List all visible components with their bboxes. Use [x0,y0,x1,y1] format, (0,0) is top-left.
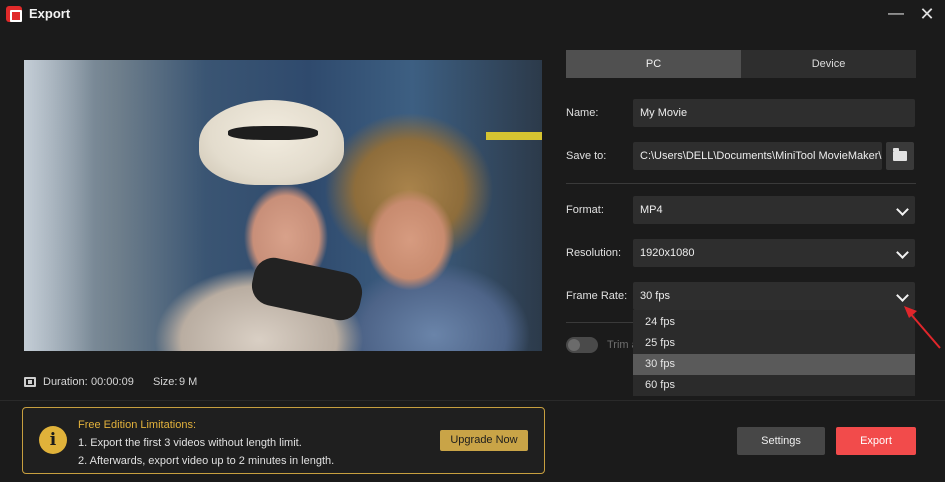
section-divider [566,183,916,184]
info-icon: i [39,426,67,454]
close-button[interactable]: ✕ [917,4,937,24]
upgrade-now-button[interactable]: Upgrade Now [440,430,528,451]
frame-rate-option-selected[interactable]: 30 fps [633,354,915,375]
tab-device[interactable]: Device [741,50,916,78]
size-value: 9 M [179,376,198,388]
frame-rate-dropdown: 24 fps 25 fps 30 fps 60 fps [633,310,915,396]
chevron-down-icon [896,289,909,302]
resolution-select[interactable]: 1920x1080 [633,239,915,267]
minimize-button[interactable]: — [886,4,906,24]
limitations-title: Free Edition Limitations: [78,419,196,431]
frame-rate-option[interactable]: 24 fps [633,312,915,333]
resolution-value: 1920x1080 [640,247,695,259]
frame-rate-option[interactable]: 60 fps [633,375,915,396]
export-button[interactable]: Export [836,427,916,455]
preview-hat [199,100,344,185]
film-icon [24,377,36,387]
window-title: Export [29,6,71,21]
duration-value: 00:00:09 [91,376,134,388]
preview-hat-band [228,126,318,140]
folder-icon [893,148,907,161]
duration-label: Duration: [43,376,88,388]
app-logo-icon [6,6,22,22]
trim-toggle[interactable] [566,337,598,353]
preview-phone [248,254,366,324]
name-label: Name: [566,107,599,119]
browse-folder-button[interactable] [886,142,914,170]
format-label: Format: [566,204,604,216]
size-label: Size: [153,376,178,388]
name-field[interactable]: My Movie [633,99,915,127]
footer-divider [0,400,945,401]
frame-rate-select[interactable]: 30 fps [633,282,915,310]
annotation-arrow-icon [904,306,941,349]
frame-rate-option[interactable]: 25 fps [633,333,915,354]
format-value: MP4 [640,204,663,216]
section-divider [566,322,633,323]
preview-rail [486,132,542,140]
chevron-down-icon [896,203,909,216]
tab-pc[interactable]: PC [566,50,741,78]
limitation-line: 1. Export the first 3 videos without len… [78,437,302,449]
preview-window-light [24,60,94,351]
video-preview [24,60,542,351]
format-select[interactable]: MP4 [633,196,915,224]
resolution-label: Resolution: [566,247,622,259]
title-bar: Export — ✕ [0,0,945,28]
frame-rate-label: Frame Rate: [566,290,628,302]
limitation-line: 2. Afterwards, export video up to 2 minu… [78,455,335,467]
free-edition-limitations: i Free Edition Limitations: 1. Export th… [22,407,545,474]
chevron-down-icon [896,246,909,259]
settings-button[interactable]: Settings [737,427,825,455]
save-path-field[interactable]: C:\Users\DELL\Documents\MiniTool MovieMa… [633,142,882,170]
export-target-tabs: PC Device [566,50,916,78]
frame-rate-value: 30 fps [640,290,670,302]
save-to-label: Save to: [566,150,607,162]
